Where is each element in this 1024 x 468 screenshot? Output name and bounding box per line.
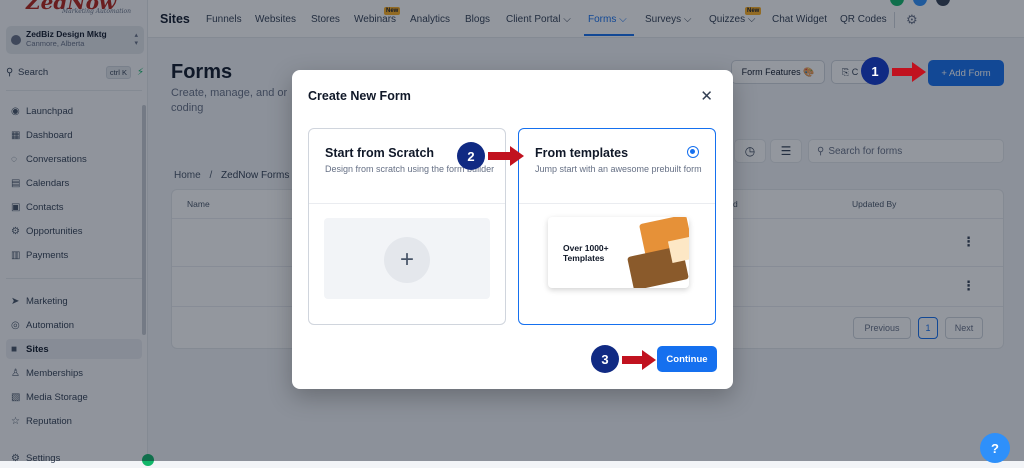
templates-preview: Over 1000+ Templates: [548, 217, 689, 288]
option-title: Start from Scratch: [325, 146, 435, 160]
option-title: From templates: [535, 146, 629, 160]
plus-icon: +: [384, 237, 430, 283]
create-form-modal: Create New Form ✕ Start from Scratch Des…: [292, 70, 733, 389]
option-divider: [519, 203, 715, 204]
arrow-icon: [622, 350, 656, 370]
close-icon[interactable]: ✕: [700, 87, 713, 105]
step-marker-2: 2: [457, 142, 485, 170]
step-marker-1: 1: [861, 57, 889, 85]
continue-button[interactable]: Continue: [657, 346, 717, 372]
templates-preview-text: Over 1000+ Templates: [563, 243, 609, 263]
radio-selected[interactable]: [687, 146, 699, 158]
chat-support-icon[interactable]: ?: [980, 433, 1010, 463]
arrow-icon: [488, 146, 524, 166]
option-description: Jump start with an awesome prebuilt form: [535, 164, 702, 174]
option-divider: [309, 203, 505, 204]
template-thumbnail: [667, 236, 689, 264]
scratch-preview: +: [324, 218, 490, 299]
from-templates-option[interactable]: From templates Jump start with an awesom…: [518, 128, 716, 325]
step-marker-3: 3: [591, 345, 619, 373]
arrow-icon: [892, 62, 926, 82]
modal-title: Create New Form: [308, 89, 411, 103]
